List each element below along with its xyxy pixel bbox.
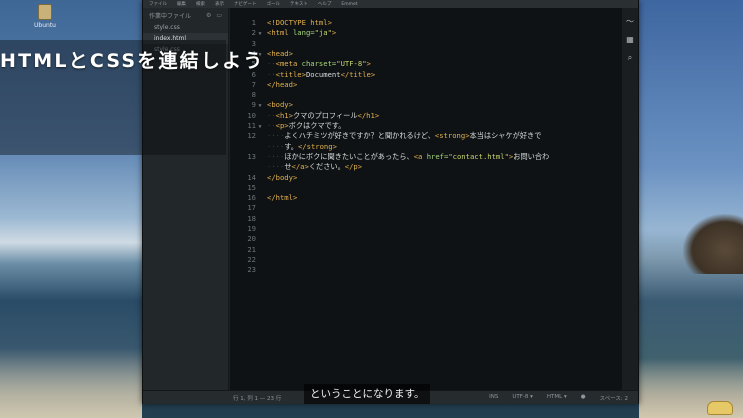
code-line: 8 xyxy=(230,90,623,100)
line-number: 2 xyxy=(251,28,256,38)
code-line: 2 ▼ <html lang="ja"> xyxy=(230,28,623,38)
code-line: 9 ▼ <body> xyxy=(230,100,623,110)
code-line: 10 ··<h1>クマのプロフィール</h1> xyxy=(230,111,623,121)
code-line: 1 <!DOCTYPE html> xyxy=(230,18,623,28)
bear-mascot-icon xyxy=(707,401,733,415)
code-line: 13 ····ほかにボクに聞きたいことがあったら、<a href="contact… xyxy=(230,152,623,162)
line-number: 21 xyxy=(247,244,256,254)
code-editor[interactable]: 1 <!DOCTYPE html> 2 ▼ <html lang="ja"> 3 4 ▼ <he… xyxy=(230,8,623,390)
code-text: ··<title>Document</title> xyxy=(267,69,376,79)
wallpaper-beach-left xyxy=(0,348,142,418)
code-line: 19 xyxy=(230,224,623,234)
code-line: 20 xyxy=(230,234,623,244)
code-line: 14 </body> xyxy=(230,173,623,183)
code-line: 18 xyxy=(230,214,623,224)
line-number: 11 xyxy=(247,121,256,130)
menu-item[interactable]: ナビゲート xyxy=(234,1,257,7)
line-number: 1 xyxy=(251,18,256,27)
line-number: 13 xyxy=(247,151,256,161)
line-number: 20 xyxy=(247,234,256,244)
language-select[interactable]: HTML ▾ xyxy=(547,394,567,402)
code-line: 22 xyxy=(230,255,623,265)
line-number: 16 xyxy=(247,193,256,203)
line-number: 22 xyxy=(247,254,256,264)
code-text: <!DOCTYPE html> xyxy=(267,18,332,27)
line-number: 7 xyxy=(251,79,256,89)
menu-item[interactable]: 検索 xyxy=(196,1,205,7)
code-text: ··<meta charset="UTF-8"> xyxy=(267,59,371,69)
code-line: 21 xyxy=(230,245,623,255)
menu-item[interactable]: 表示 xyxy=(215,1,224,7)
video-title-overlay: HTMLとCSSを連結しよう xyxy=(0,50,265,72)
desktop-wallpaper-right xyxy=(639,0,743,418)
line-number: 17 xyxy=(247,203,256,213)
menu-item[interactable]: ファイル xyxy=(149,1,167,7)
code-line: 11 ▼ ··<p>ボクはクマです。 xyxy=(230,121,623,131)
code-text: <html lang="ja"> xyxy=(267,28,337,38)
code-text: ··<h1>クマのプロフィール</h1> xyxy=(267,110,380,120)
code-line: 7 </head> xyxy=(230,80,623,90)
menu-item[interactable]: ゴール xyxy=(267,1,281,7)
code-line: 17 xyxy=(230,203,623,213)
toolbar-rail: 〜 ▦ ⌕ xyxy=(621,8,638,390)
working-files-header: 作業中ファイル ⚙ ▭ xyxy=(143,8,228,22)
code-line: 23 xyxy=(230,265,623,275)
line-number: 15 xyxy=(247,182,256,192)
code-text: ··<p>ボクはクマです。 xyxy=(267,121,346,130)
code-text: ····せ</a>ください。</p> xyxy=(267,162,363,172)
code-text: </body> xyxy=(267,172,298,182)
line-number: 12 xyxy=(247,131,256,141)
search-icon[interactable]: ⌕ xyxy=(626,53,635,62)
encoding-select[interactable]: UTF-8 ▾ xyxy=(512,394,533,402)
extension-manager-icon[interactable]: ▦ xyxy=(626,35,635,44)
menu-bar: ファイル 編集 検索 表示 ナビゲート ゴール テキスト ヘルプ Emmet xyxy=(143,0,638,8)
line-number: 9 xyxy=(251,100,256,110)
desktop-icon-label: Ubuntu xyxy=(34,22,56,29)
code-text: </head> xyxy=(267,79,298,89)
code-text: </html> xyxy=(267,193,298,203)
menu-item[interactable]: テキスト xyxy=(290,1,308,7)
code-line: 5 ··<meta charset="UTF-8"> xyxy=(230,59,623,69)
desktop-icon[interactable]: Ubuntu xyxy=(30,4,60,29)
live-preview-icon[interactable]: 〜 xyxy=(626,17,635,26)
code-line: ····す。</strong> xyxy=(230,142,623,152)
code-line: 15 xyxy=(230,183,623,193)
working-files-title: 作業中ファイル xyxy=(149,12,192,20)
working-file-item[interactable]: style.css xyxy=(143,22,228,33)
code-line: 16 </html> xyxy=(230,193,623,203)
line-number: 8 xyxy=(251,90,256,100)
insert-mode[interactable]: INS xyxy=(489,394,498,402)
line-number: 14 xyxy=(247,172,256,182)
lint-icon[interactable]: ● xyxy=(581,394,586,402)
code-line: 6 ··<title>Document</title> xyxy=(230,70,623,80)
folder-icon xyxy=(38,4,52,20)
line-number: 19 xyxy=(247,224,256,233)
video-subtitle: ということになります。 xyxy=(304,384,431,404)
wallpaper-rock xyxy=(683,214,743,274)
code-text: <head> xyxy=(267,48,293,58)
split-view-icon[interactable]: ▭ xyxy=(216,12,222,19)
line-number: 23 xyxy=(247,265,256,275)
code-text: ····す。</strong> xyxy=(267,141,337,151)
code-text: ····ほかにボクに聞きたいことがあったら、<a href="contact.h… xyxy=(267,151,550,161)
indent-setting[interactable]: スペース: 2 xyxy=(600,394,628,402)
line-number: 18 xyxy=(247,213,256,223)
code-line: 4 ▼ <head> xyxy=(230,49,623,59)
menu-item[interactable]: Emmet xyxy=(341,2,357,7)
code-line: 12 ····よくハチミツが好きですか？と聞かれるけど、<strong>本当はシャ… xyxy=(230,131,623,141)
menu-item[interactable]: 編集 xyxy=(177,1,186,7)
menu-item[interactable]: ヘルプ xyxy=(318,1,332,7)
code-line: 3 xyxy=(230,39,623,49)
code-line: ····せ</a>ください。</p> xyxy=(230,162,623,172)
settings-icon[interactable]: ⚙ xyxy=(206,12,211,19)
line-number: 10 xyxy=(247,110,256,120)
code-text: <body> xyxy=(267,100,293,110)
code-text: ····よくハチミツが好きですか？と聞かれるけど、<strong>本当はシャケが… xyxy=(267,131,542,141)
